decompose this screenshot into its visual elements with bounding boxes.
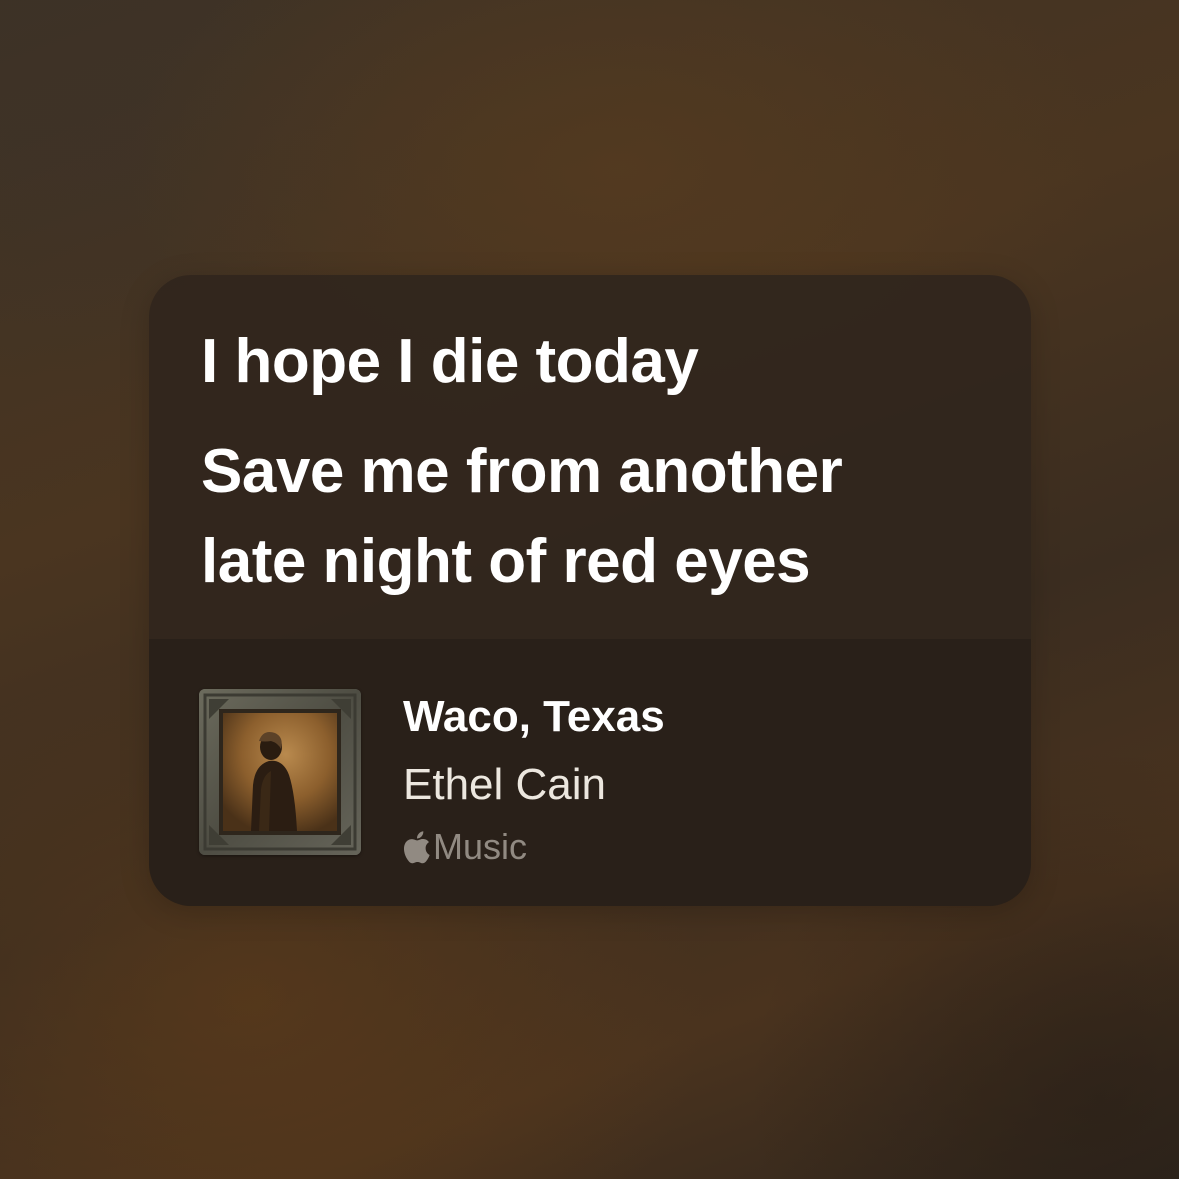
apple-logo-icon bbox=[401, 829, 431, 865]
artist-name[interactable]: Ethel Cain bbox=[403, 759, 606, 811]
lyric-line: I hope I die today bbox=[201, 327, 699, 396]
album-artwork-image bbox=[199, 689, 361, 855]
apple-music-badge[interactable]: Music bbox=[401, 827, 527, 867]
lyrics-share-card[interactable]: I hope I die today Save me from another … bbox=[149, 275, 1031, 906]
song-info-section[interactable]: Waco, Texas Ethel Cain Music bbox=[149, 639, 1031, 906]
album-artwork[interactable] bbox=[199, 689, 361, 855]
song-title[interactable]: Waco, Texas bbox=[403, 691, 665, 743]
lyrics-section: I hope I die today Save me from another … bbox=[149, 275, 1031, 639]
lyric-line: late night of red eyes bbox=[201, 527, 811, 596]
lyric-line: Save me from another bbox=[201, 437, 843, 506]
service-label: Music bbox=[433, 826, 528, 867]
